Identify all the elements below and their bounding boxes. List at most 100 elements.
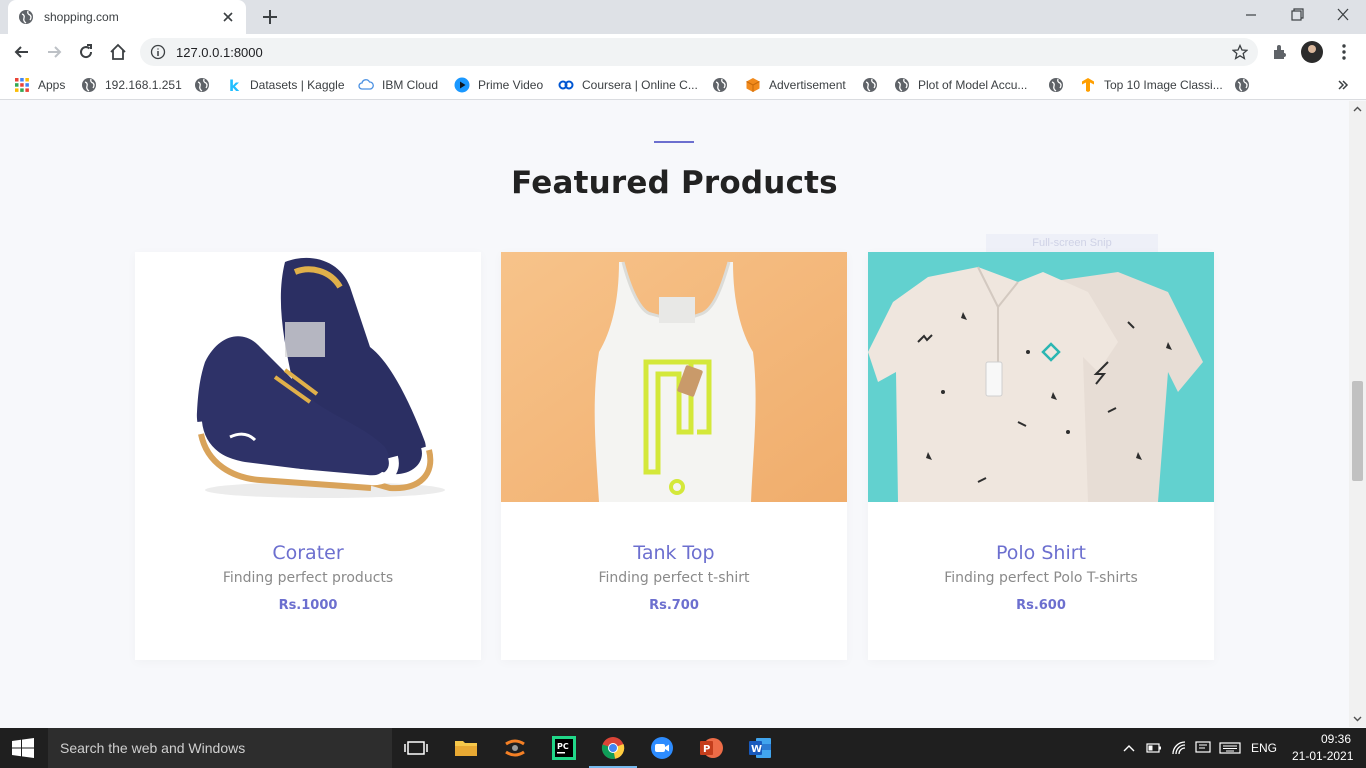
product-name[interactable]: Corater xyxy=(135,542,481,564)
bookmark-plot-of-model[interactable]: Plot of Model Accu... xyxy=(894,76,1027,94)
globe-icon xyxy=(863,78,877,92)
polo-shirt-illustration xyxy=(868,252,1214,502)
globe-icon xyxy=(1049,78,1063,92)
tab-title: shopping.com xyxy=(44,10,119,24)
bookmark-globe-3[interactable] xyxy=(862,76,886,94)
globe-icon xyxy=(195,78,209,92)
more-bookmarks-icon[interactable] xyxy=(1336,78,1350,92)
section-accent-line xyxy=(654,141,694,143)
scroll-down-icon[interactable] xyxy=(1353,714,1362,723)
taskbar-pycharm[interactable]: PC xyxy=(550,734,578,762)
bookmark-globe-4[interactable] xyxy=(1048,76,1072,94)
url-text[interactable]: 127.0.0.1:8000 xyxy=(176,45,263,60)
taskbar-powerpoint[interactable]: P xyxy=(697,734,725,762)
bookmark-192-168-1-251[interactable]: 192.168.1.251 xyxy=(81,76,182,94)
extensions-icon[interactable] xyxy=(1270,42,1290,62)
product-description: Finding perfect products xyxy=(222,570,394,586)
product-name[interactable]: Tank Top xyxy=(501,542,847,564)
page-scrollbar[interactable] xyxy=(1349,101,1366,727)
product-price: Rs.700 xyxy=(649,598,699,613)
product-image-sneaker[interactable] xyxy=(135,252,481,502)
app-swirl-icon xyxy=(505,739,525,757)
chrome-icon xyxy=(601,737,625,759)
product-name[interactable]: Polo Shirt xyxy=(868,542,1214,564)
sneaker-illustration xyxy=(192,257,445,498)
taskbar-search-placeholder[interactable]: Search the web and Windows xyxy=(60,740,245,756)
product-price: Rs.600 xyxy=(1016,598,1066,613)
browser-tab[interactable]: shopping.com xyxy=(8,0,246,34)
profile-avatar[interactable] xyxy=(1301,41,1323,63)
page-viewport: Featured Products Full-screen Snip Corat… xyxy=(0,101,1349,727)
bookmark-label: Plot of Model Accu... xyxy=(918,78,1028,92)
bookmark-kaggle[interactable]: k Datasets | Kaggle xyxy=(226,76,345,94)
product-description: Finding perfect t-shirt xyxy=(598,570,750,586)
snip-overlay-label: Full-screen Snip xyxy=(986,234,1158,252)
product-card-tank-top[interactable]: Tank Top Finding perfect t-shirt Rs.700 xyxy=(501,252,847,660)
close-window-icon[interactable] xyxy=(1332,6,1354,24)
product-price: Rs.1000 xyxy=(278,598,338,613)
windows-taskbar: Search the web and Windows PC P W ENG 09… xyxy=(0,728,1366,768)
more-menu-icon[interactable] xyxy=(1334,42,1354,62)
tray-chevron-up-icon[interactable] xyxy=(1122,740,1136,756)
folder-icon xyxy=(455,741,477,756)
browser-toolbar: 127.0.0.1:8000 xyxy=(0,34,1366,70)
product-image-polo-shirt[interactable] xyxy=(868,252,1214,502)
clock-date[interactable]: 21-01-2021 xyxy=(1292,749,1353,763)
powerpoint-icon: P xyxy=(700,738,723,758)
new-tab-icon[interactable] xyxy=(260,7,280,27)
section-title: Featured Products xyxy=(511,165,838,201)
product-card-polo-shirt[interactable]: Polo Shirt Finding perfect Polo T-shirts… xyxy=(868,252,1214,660)
bookmark-label: IBM Cloud xyxy=(382,78,439,92)
home-icon[interactable] xyxy=(108,42,128,62)
taskbar-word[interactable]: W xyxy=(746,734,774,762)
bookmark-prime-video[interactable]: Prime Video xyxy=(454,76,543,94)
globe-icon xyxy=(713,78,727,92)
bookmark-label: Prime Video xyxy=(478,78,544,92)
windows-start-icon[interactable] xyxy=(12,738,34,758)
back-icon[interactable] xyxy=(12,42,32,62)
bookmark-globe-2[interactable] xyxy=(712,76,736,94)
kaggle-icon: k xyxy=(229,77,240,93)
bookmark-top-10-image[interactable]: Top 10 Image Classi... xyxy=(1080,76,1223,94)
apps-grid-icon xyxy=(15,78,29,92)
reload-icon[interactable] xyxy=(76,42,96,62)
prime-video-icon xyxy=(454,77,470,93)
address-bar[interactable]: 127.0.0.1:8000 xyxy=(140,38,1258,66)
scrollbar-thumb[interactable] xyxy=(1352,381,1363,481)
close-tab-icon[interactable] xyxy=(220,9,236,25)
globe-icon xyxy=(895,78,909,92)
clock-time[interactable]: 09:36 xyxy=(1321,732,1351,746)
svg-text:W: W xyxy=(751,744,762,755)
battery-icon[interactable] xyxy=(1146,740,1162,756)
product-image-tank-top[interactable] xyxy=(501,252,847,502)
bookmark-coursera[interactable]: Coursera | Online C... xyxy=(558,76,698,94)
language-indicator[interactable]: ENG xyxy=(1251,741,1277,755)
coursera-icon xyxy=(558,80,574,90)
product-card-corater[interactable]: Corater Finding perfect products Rs.1000 xyxy=(135,252,481,660)
restore-icon[interactable] xyxy=(1286,6,1308,24)
info-icon[interactable] xyxy=(150,44,166,60)
bookmark-label: Apps xyxy=(38,78,66,92)
notification-chat-icon[interactable] xyxy=(1195,740,1211,756)
bookmark-apps[interactable]: Apps xyxy=(14,76,65,94)
task-view-button[interactable] xyxy=(402,734,430,762)
forward-icon[interactable] xyxy=(44,42,64,62)
taskbar-zoom[interactable] xyxy=(648,734,676,762)
bookmark-advertisement[interactable]: Advertisement xyxy=(745,76,846,94)
bookmark-globe-1[interactable] xyxy=(194,76,218,94)
minimize-icon[interactable] xyxy=(1240,6,1262,24)
svg-text:PC: PC xyxy=(557,742,569,751)
taskbar-chrome[interactable] xyxy=(589,734,637,768)
keyboard-icon[interactable] xyxy=(1219,740,1241,756)
taskbar-search[interactable]: Search the web and Windows xyxy=(48,728,392,768)
bookmark-star-icon[interactable] xyxy=(1232,44,1248,60)
scroll-up-icon[interactable] xyxy=(1353,105,1362,114)
zoom-icon xyxy=(651,737,673,759)
bookmark-globe-5[interactable] xyxy=(1234,76,1258,94)
wifi-icon[interactable] xyxy=(1171,740,1189,756)
taskbar-file-explorer[interactable] xyxy=(452,734,480,762)
taskbar-app-orange[interactable] xyxy=(501,734,529,762)
bookmark-label: Top 10 Image Classi... xyxy=(1104,78,1223,92)
cube-icon xyxy=(746,78,760,92)
bookmark-ibm-cloud[interactable]: IBM Cloud xyxy=(358,76,438,94)
